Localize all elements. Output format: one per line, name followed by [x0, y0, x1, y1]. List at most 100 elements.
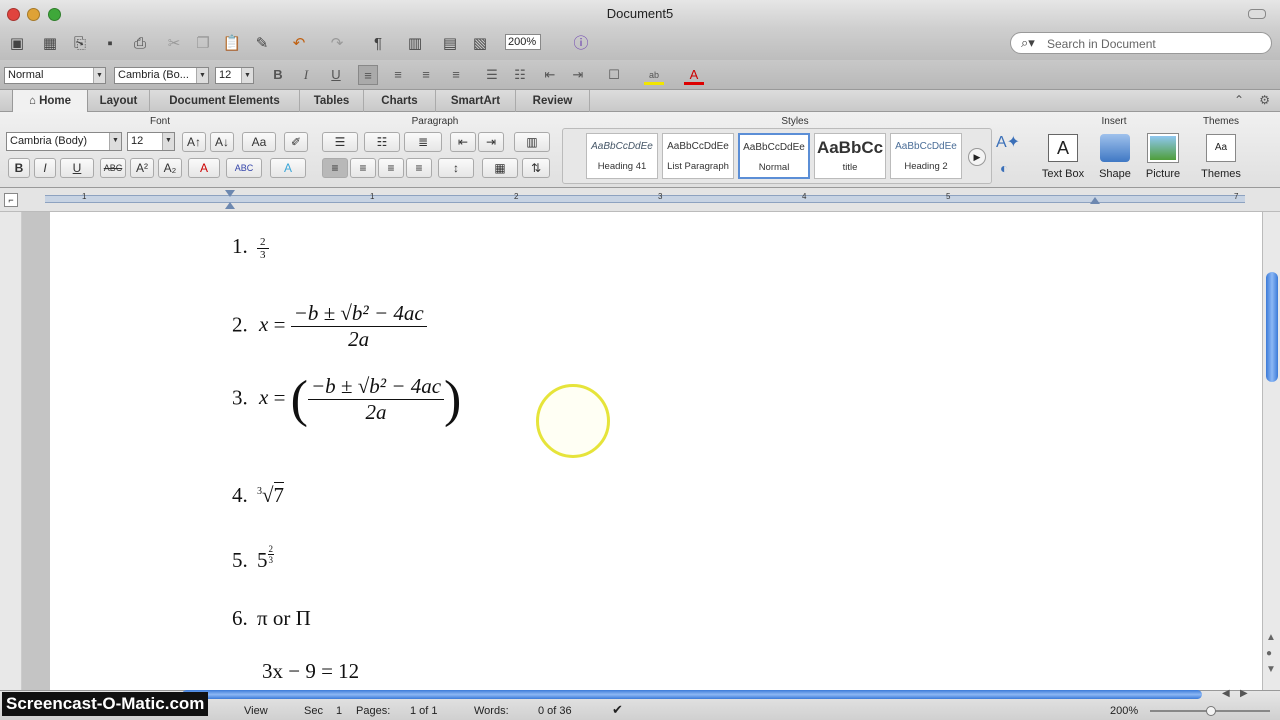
styles-next-icon[interactable]: ▶ [968, 148, 986, 166]
insert-picture[interactable]: Picture [1140, 134, 1186, 180]
equation-3[interactable]: 3. x = (−b ± √b² − 4ac 2a) [232, 370, 461, 429]
ribbon-bold-icon[interactable]: B [8, 158, 30, 178]
print-icon[interactable]: ⎙ [128, 33, 152, 55]
bold-icon[interactable]: B [268, 65, 288, 85]
view-layout-icon[interactable]: ▥ [400, 33, 430, 55]
style-select[interactable]: Normal ▼ [4, 67, 106, 84]
tab-selector-icon[interactable]: ⌐ [4, 193, 18, 207]
text-effects-icon[interactable]: A [270, 158, 306, 178]
grow-font-icon[interactable]: A↑ [182, 132, 206, 152]
previous-page-icon[interactable]: ▲ [1266, 632, 1276, 643]
horizontal-scrollbar[interactable] [182, 690, 1202, 699]
style-list-paragraph[interactable]: AaBbCcDdEe List Paragraph [662, 133, 734, 179]
font-size-select[interactable]: 12 ▼ [215, 67, 254, 84]
insert-text-box[interactable]: A Text Box [1040, 134, 1086, 180]
style-heading-41[interactable]: AaBbCcDdEe Heading 41 [586, 133, 658, 179]
ribbon-font-select[interactable]: Cambria (Body) ▼ [6, 132, 122, 151]
scroll-left-icon[interactable]: ◀ [1222, 688, 1230, 699]
equation-6[interactable]: 6. π or Π [232, 606, 311, 631]
scroll-right-icon[interactable]: ▶ [1240, 688, 1248, 699]
tab-review[interactable]: Review [516, 90, 590, 112]
zoom-slider-knob[interactable] [1206, 706, 1216, 716]
redo-icon[interactable]: ↷ [322, 33, 352, 55]
ribbon-italic-icon[interactable]: I [34, 158, 56, 178]
superscript-icon[interactable]: A² [130, 158, 154, 178]
highlight-icon[interactable]: ab [644, 65, 664, 85]
show-formatting-icon[interactable]: ¶ [368, 33, 388, 55]
search-field[interactable]: ⌕▾ Search in Document [1010, 32, 1272, 54]
equation-2[interactable]: 2. x = −b ± √b² − 4ac 2a [232, 301, 427, 352]
borders-icon[interactable]: ☐ [604, 65, 624, 85]
shading-icon[interactable]: ▦ [482, 158, 518, 178]
ribbon-bullets-icon[interactable]: ☰ [322, 132, 358, 152]
search-icon[interactable]: ⌕▾ [1021, 35, 1035, 51]
new-document-icon[interactable]: ▣ [4, 33, 30, 55]
ribbon-align-left-icon[interactable]: ≡ [322, 158, 348, 178]
right-indent-marker[interactable] [1090, 197, 1100, 204]
toolbox-icon[interactable]: ▧ [470, 33, 490, 55]
zoom-select[interactable]: 200% [505, 34, 541, 50]
paste-icon[interactable]: 📋 [220, 33, 244, 55]
next-page-icon[interactable]: ▼ [1266, 664, 1276, 675]
align-center-icon[interactable]: ≡ [388, 65, 408, 85]
tab-smartart[interactable]: SmartArt [436, 90, 516, 112]
multilevel-list-icon[interactable]: ≣ [404, 132, 442, 152]
ribbon-font-color-icon[interactable]: A [188, 158, 220, 178]
align-right-icon[interactable]: ≡ [416, 65, 436, 85]
equation-5[interactable]: 5. 523 [232, 544, 274, 573]
toolbar-toggle-icon[interactable] [1248, 9, 1266, 19]
columns-icon[interactable]: ▥ [514, 132, 550, 152]
ribbon-settings-icon[interactable]: ⚙ [1259, 93, 1270, 107]
ribbon-highlight-icon[interactable]: ABC [226, 158, 262, 178]
copy-icon[interactable]: ❐ [192, 33, 214, 55]
subscript-icon[interactable]: A₂ [158, 158, 182, 178]
style-normal[interactable]: AaBbCcDdEe Normal [738, 133, 810, 179]
numbering-icon[interactable]: ☷ [510, 65, 530, 85]
tab-layout[interactable]: Layout [88, 90, 150, 112]
change-case-icon[interactable]: Aa [242, 132, 276, 152]
cut-icon[interactable]: ✂ [162, 33, 186, 55]
collapse-ribbon-icon[interactable]: ⌃ [1234, 93, 1244, 107]
tab-charts[interactable]: Charts [364, 90, 436, 112]
browse-object-icon[interactable]: ● [1266, 648, 1272, 659]
save-icon[interactable]: ▪ [98, 33, 122, 55]
align-left-icon[interactable]: ≡ [358, 65, 378, 85]
bullets-icon[interactable]: ☰ [482, 65, 502, 85]
shrink-font-icon[interactable]: A↓ [210, 132, 234, 152]
italic-icon[interactable]: I [296, 65, 316, 85]
tab-tables[interactable]: Tables [300, 90, 364, 112]
ribbon-numbering-icon[interactable]: ☷ [364, 132, 400, 152]
font-color-icon[interactable]: A [684, 65, 704, 85]
clear-formatting-icon[interactable]: ✐ [284, 132, 308, 152]
help-icon[interactable]: ⓘ [570, 33, 592, 55]
tab-home[interactable]: ⌂ Home [12, 90, 88, 113]
equation-4[interactable]: 4. 3√7 [232, 482, 285, 508]
ribbon-justify-icon[interactable]: ≡ [406, 158, 432, 178]
underline-icon[interactable]: U [326, 65, 346, 85]
increase-indent-icon[interactable]: ⇥ [568, 65, 588, 85]
themes-button[interactable]: Aa Themes [1198, 134, 1244, 180]
sidebar-icon[interactable]: ▤ [440, 33, 460, 55]
spelling-check-icon[interactable]: ✔ [612, 702, 623, 718]
tab-document-elements[interactable]: Document Elements [150, 90, 300, 112]
undo-icon[interactable]: ↶ [284, 33, 314, 55]
style-title[interactable]: AaBbCc title [814, 133, 886, 179]
ribbon-underline-icon[interactable]: U [60, 158, 94, 178]
equation-7[interactable]: 3x − 9 = 12 [262, 659, 359, 684]
sort-icon[interactable]: ⇅ [522, 158, 550, 178]
decrease-indent-icon[interactable]: ⇤ [540, 65, 560, 85]
ribbon-decrease-indent-icon[interactable]: ⇤ [450, 132, 476, 152]
insert-shape[interactable]: Shape [1092, 134, 1138, 180]
vertical-scroll-thumb[interactable] [1266, 272, 1278, 382]
ribbon-increase-indent-icon[interactable]: ⇥ [478, 132, 504, 152]
ribbon-align-right-icon[interactable]: ≡ [378, 158, 404, 178]
ribbon-align-center-icon[interactable]: ≡ [350, 158, 376, 178]
open-icon[interactable]: ⎘ [68, 33, 92, 55]
strikethrough-icon[interactable]: ABC [100, 158, 126, 178]
font-select[interactable]: Cambria (Bo... ▼ [114, 67, 209, 84]
left-indent-marker[interactable] [225, 202, 235, 209]
style-heading-2[interactable]: AaBbCcDdEe Heading 2 [890, 133, 962, 179]
equation-1[interactable]: 1. 23 [232, 234, 269, 261]
manage-styles-icon[interactable]: A✦ [996, 132, 1020, 152]
templates-icon[interactable]: ▦ [38, 33, 62, 55]
